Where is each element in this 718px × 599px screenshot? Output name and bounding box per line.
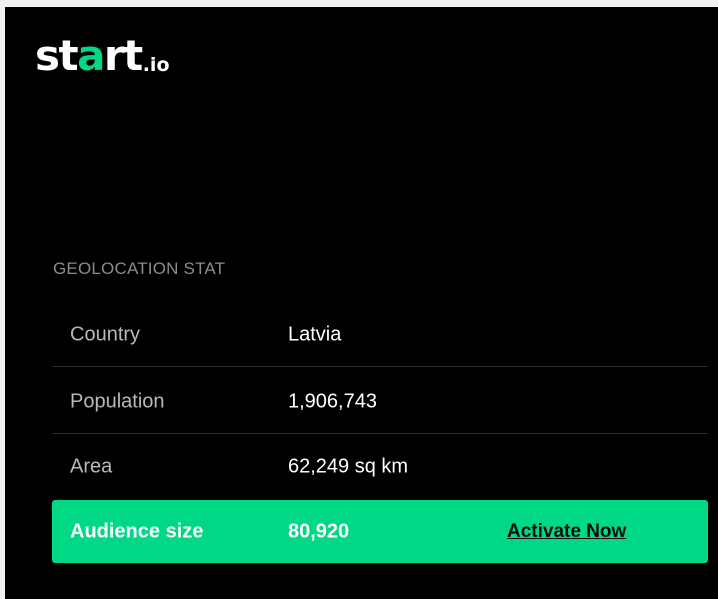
stat-value: Latvia bbox=[288, 323, 342, 345]
logo-text-accent: a bbox=[77, 31, 105, 80]
stat-row-population: Population 1,906,743 bbox=[52, 370, 708, 434]
logo-text-prefix: st bbox=[35, 31, 79, 80]
geolocation-widget: start .io GEOLOCATION STAT Country Latvia… bbox=[5, 7, 718, 599]
audience-size-value: 80,920 bbox=[288, 520, 350, 542]
section-title: GEOLOCATION STAT bbox=[53, 259, 226, 278]
stat-label: Area bbox=[70, 455, 113, 478]
stat-value: 1,906,743 bbox=[288, 390, 377, 412]
stat-row-country: Country Latvia bbox=[52, 303, 708, 367]
start-io-logo: start .io bbox=[35, 29, 170, 77]
stat-label: Population bbox=[70, 390, 165, 412]
stat-row-area: Area 62,249 sq km bbox=[52, 435, 708, 499]
stat-value: 62,249 sq km bbox=[288, 455, 409, 478]
logo-text-suffix: rt bbox=[103, 31, 143, 80]
logo-tld: .io bbox=[142, 54, 170, 76]
activate-now-link[interactable]: Activate Now bbox=[507, 521, 626, 543]
audience-size-row: Audience size 80,920 Activate Now bbox=[52, 500, 708, 563]
logo-wordmark: start bbox=[35, 35, 143, 77]
stat-label: Country bbox=[70, 323, 141, 345]
audience-size-label: Audience size bbox=[70, 520, 204, 542]
